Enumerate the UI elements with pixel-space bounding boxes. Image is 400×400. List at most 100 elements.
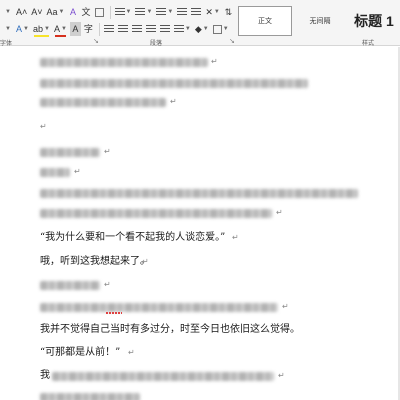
subscript-dropdown-icon[interactable]: ▼ xyxy=(2,22,13,36)
decrease-indent-button[interactable] xyxy=(176,5,188,19)
enclose-char-label: 字 xyxy=(83,24,93,34)
char-border-icon xyxy=(94,7,104,17)
paint-bucket-icon: ◆ xyxy=(194,24,202,34)
align-right-icon xyxy=(131,25,142,33)
blurred-text xyxy=(40,58,208,67)
paragraph-group-label: 段落 xyxy=(150,41,163,47)
borders-button[interactable]: ▼ xyxy=(212,22,230,36)
divider xyxy=(109,5,111,19)
highlight-color-swatch xyxy=(33,35,49,37)
sort-button[interactable]: ⇅ xyxy=(223,5,234,19)
divider xyxy=(98,22,100,36)
clear-formatting-label: A xyxy=(69,7,76,17)
sort-icon: ⇅ xyxy=(224,7,233,17)
justify-button[interactable] xyxy=(145,22,157,36)
line-spacing-button[interactable]: ▼ xyxy=(173,22,192,36)
phonetic-guide-label: 文 xyxy=(81,7,91,17)
align-center-button[interactable] xyxy=(117,22,129,36)
paragraph-mark: ↵ xyxy=(170,97,177,106)
ribbon-row-1: ▼ A˄ A˅ Aa▼ A 文 ▼ ▼ ▼ ✕▼ ⇅ ¶ xyxy=(0,4,249,20)
paragraph-dialog-launcher-icon[interactable]: ↘ xyxy=(229,37,235,45)
chinese-layout-button[interactable]: ✕ ▼ xyxy=(204,5,221,19)
paragraph-mark: ↵ xyxy=(232,233,239,242)
blurred-text xyxy=(40,393,140,400)
font-color-label: A xyxy=(53,24,60,34)
chinese-layout-icon: ✕ xyxy=(205,7,213,17)
line-spacing-icon xyxy=(173,25,184,33)
font-color-swatch xyxy=(54,35,66,37)
text-effects-button[interactable]: A ▼ xyxy=(15,22,30,36)
styles-gallery: 正文 无间隔 标题 1 xyxy=(238,3,400,37)
blurred-text xyxy=(40,209,272,218)
paragraph-mark: ↵ xyxy=(282,302,289,311)
phonetic-guide-button[interactable]: 文 xyxy=(81,5,92,19)
distributed-icon xyxy=(159,25,170,33)
align-right-button[interactable] xyxy=(131,22,143,36)
style-heading1-tile[interactable]: 标题 1 xyxy=(348,6,400,36)
style-no-spacing-tile[interactable]: 无间隔 xyxy=(294,6,346,36)
ribbon-row-2: ▼ A ▼ ab ▼ A ▼ A 字 ▼ ◆ ▼ ▼ xyxy=(0,21,232,37)
paragraph-text: “我为什么要和一个看不起我的人谈恋爱。” xyxy=(40,232,226,243)
numbering-icon xyxy=(135,8,146,16)
paragraph-text: “可那都是从前！” xyxy=(40,347,121,358)
align-left-button[interactable] xyxy=(103,22,115,36)
blurred-text xyxy=(52,372,274,381)
blurred-text xyxy=(40,79,308,88)
multilevel-list-icon xyxy=(156,8,167,16)
style-normal-tile[interactable]: 正文 xyxy=(238,6,292,36)
borders-icon xyxy=(212,24,222,34)
paragraph-mark: ↵ xyxy=(276,208,283,217)
text-effects-label: A xyxy=(16,24,23,34)
bullets-icon xyxy=(114,8,125,16)
paragraph-mark: ↵ xyxy=(104,280,111,289)
paragraph-mark: ↵ xyxy=(74,167,81,176)
justify-icon xyxy=(145,25,156,33)
align-center-icon xyxy=(117,25,128,33)
align-left-icon xyxy=(103,25,114,33)
shrink-font-button[interactable]: A˅ xyxy=(30,5,43,19)
blurred-text xyxy=(40,303,278,312)
blurred-text xyxy=(40,281,100,290)
char-shading-label: A xyxy=(72,24,79,34)
clear-formatting-button[interactable]: A xyxy=(68,5,79,19)
char-border-button[interactable] xyxy=(94,5,105,19)
spelling-squiggle xyxy=(106,312,122,314)
blurred-text xyxy=(40,98,166,107)
font-size-dropdown-icon[interactable]: ▼ xyxy=(2,5,13,19)
document-page[interactable]: ↵ ↵ ↵ ↵ ↵ ↵ “我为什么要和一个看不起我的人谈恋爱。” ↵ 哦，听到这… xyxy=(0,47,400,400)
char-shading-button[interactable]: A xyxy=(69,22,81,36)
decrease-indent-icon xyxy=(177,8,188,16)
numbering-button[interactable]: ▼ xyxy=(134,5,153,19)
multilevel-list-button[interactable]: ▼ xyxy=(155,5,174,19)
shading-button[interactable]: ◆ ▼ xyxy=(194,22,210,36)
distributed-button[interactable] xyxy=(159,22,171,36)
styles-group-label: 样式 xyxy=(362,41,375,47)
blurred-text xyxy=(40,148,100,157)
bullets-button[interactable]: ▼ xyxy=(114,5,133,19)
paragraph-mark: ↵ xyxy=(278,371,285,380)
paragraph-text: 我 xyxy=(40,370,50,381)
enclose-char-button[interactable]: 字 xyxy=(83,22,94,36)
blurred-text xyxy=(40,168,70,177)
paragraph-mark: ↵ xyxy=(104,147,111,156)
font-group-label: 字体 xyxy=(0,41,13,47)
paragraph-mark: ↵ xyxy=(40,122,47,131)
highlight-color-label: ab xyxy=(32,24,43,34)
paragraph-text: 哦，听到这我想起来了。 xyxy=(40,256,150,267)
change-case-button[interactable]: Aa ▼ xyxy=(46,5,66,19)
paragraph-mark: ↵ xyxy=(142,257,149,266)
paragraph-text: 我并不觉得自己当时有多过分，时至今日也依旧这么觉得。 xyxy=(40,324,300,335)
grow-font-button[interactable]: A˄ xyxy=(15,5,28,19)
shrink-font-label: A˅ xyxy=(31,7,43,17)
grow-font-label: A˄ xyxy=(16,7,28,17)
paragraph-mark: ↵ xyxy=(282,325,289,334)
font-color-button[interactable]: A ▼ xyxy=(53,22,68,37)
blurred-text xyxy=(40,189,358,198)
paragraph-mark: ↵ xyxy=(128,348,135,357)
change-case-label: Aa xyxy=(46,7,58,17)
increase-indent-button[interactable] xyxy=(190,5,202,19)
font-dialog-launcher-icon[interactable]: ↘ xyxy=(93,37,99,45)
paragraph-mark: ↵ xyxy=(211,57,218,66)
increase-indent-icon xyxy=(191,8,202,16)
highlight-color-button[interactable]: ab ▼ xyxy=(32,22,51,37)
